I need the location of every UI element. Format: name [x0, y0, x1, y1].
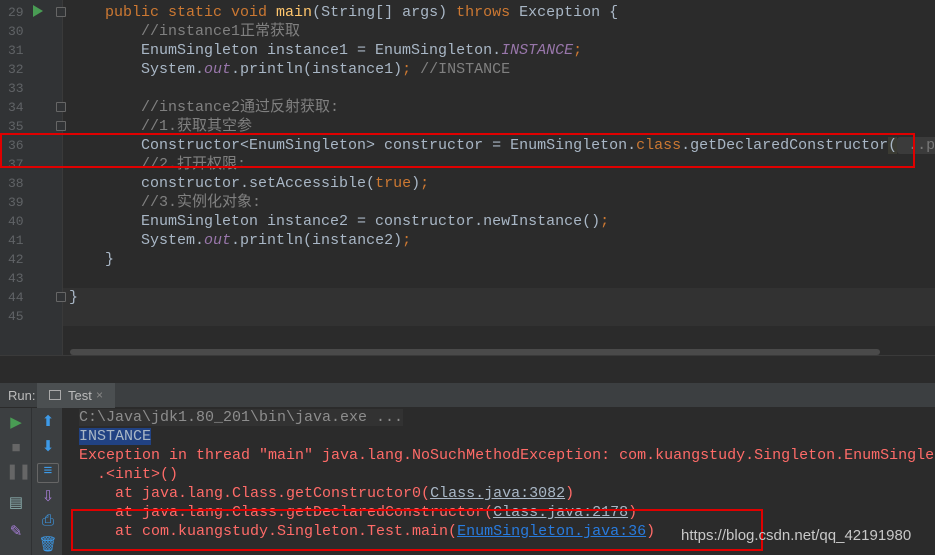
source-link[interactable]: Class.java:3082	[430, 485, 565, 502]
line-number: 29	[8, 5, 24, 20]
print-icon[interactable]: ⎙	[38, 514, 58, 530]
code-line: }	[69, 250, 114, 269]
close-icon[interactable]: ×	[96, 388, 103, 402]
line-number: 45	[8, 309, 24, 324]
line-number: 30	[8, 24, 24, 39]
token: EnumSingleton instance2 = constructor.ne…	[69, 213, 601, 230]
stop-icon[interactable]: ■	[6, 441, 26, 457]
output-line: Exception in thread "main" java.lang.NoS…	[79, 446, 935, 465]
current-line-highlight	[63, 288, 935, 326]
line-number: 33	[8, 81, 24, 96]
divider	[31, 408, 32, 555]
line-number: 44	[8, 290, 24, 305]
console-icon	[49, 390, 61, 400]
code-editor[interactable]: 29 30 31 32 33 34 35 36 37 38 39 40 41 42 43 44 45 publi…	[0, 0, 935, 355]
code-line: //instance2通过反射获取:	[69, 98, 339, 117]
output-line: at java.lang.Class.getConstructor0(Class…	[79, 484, 574, 503]
line-number: 32	[8, 62, 24, 77]
token: INSTANCE	[501, 42, 574, 59]
run-toolbar: Run: Test ×	[0, 383, 935, 408]
line-number: 31	[8, 43, 24, 58]
token: C:\Java\jdk1.80_201\bin\java.exe ...	[79, 409, 404, 426]
soft-wrap-icon[interactable]: ≡	[37, 463, 59, 483]
token: System.	[69, 232, 205, 249]
rerun-icon[interactable]: ▶	[6, 416, 26, 432]
code-line: EnumSingleton instance1 = EnumSingleton.…	[69, 41, 582, 60]
code-line: System.out.println(instance1); //INSTANC…	[69, 60, 510, 79]
tab-label: Test	[68, 388, 92, 403]
line-number: 39	[8, 195, 24, 210]
token: ;	[573, 42, 583, 59]
code-line: public static void main(String[] args) t…	[69, 3, 618, 22]
trash-icon[interactable]: 🗑	[38, 538, 58, 554]
line-number: 43	[8, 271, 24, 286]
run-label: Run:	[8, 388, 36, 403]
token: constructor.setAccessible(	[69, 175, 376, 192]
token: ;	[600, 213, 610, 230]
line-number: 40	[8, 214, 24, 229]
token: public static void	[105, 4, 277, 21]
panel-separator	[0, 355, 935, 383]
token: at java.lang.Class.getConstructor0(	[79, 485, 431, 502]
token: true	[375, 175, 412, 192]
tab-test[interactable]: Test ×	[37, 383, 115, 408]
token: //instance1正常获取	[141, 23, 301, 40]
watermark: https://blog.csdn.net/qq_42191980	[681, 527, 912, 544]
output-line: INSTANCE	[79, 427, 152, 446]
token: ;	[420, 175, 430, 192]
output-line: C:\Java\jdk1.80_201\bin\java.exe ...	[79, 408, 404, 427]
token: ;	[402, 232, 412, 249]
token: Exception {	[519, 4, 619, 21]
token: }	[69, 289, 79, 306]
code-line: }	[69, 288, 78, 307]
line-number: 38	[8, 176, 24, 191]
highlight-box	[71, 509, 763, 551]
token: //INSTANCE	[420, 61, 511, 78]
pause-icon[interactable]: ❚❚	[6, 465, 31, 481]
token: out	[204, 232, 232, 249]
highlight-box	[0, 133, 915, 168]
token: //instance2通过反射获取:	[141, 99, 340, 116]
token: Exception in thread "main" java.lang.NoS…	[79, 447, 935, 464]
arrow-down-icon[interactable]: ⬇	[38, 440, 58, 456]
token: ;	[402, 61, 421, 78]
fold-icon[interactable]	[56, 292, 66, 302]
line-number: 34	[8, 100, 24, 115]
token: System.	[69, 61, 205, 78]
code-line: System.out.println(instance2);	[69, 231, 411, 250]
layout-icon[interactable]: ▤	[6, 496, 26, 512]
token: }	[69, 251, 115, 268]
token: //3.实例化对象:	[141, 194, 262, 211]
code-line: EnumSingleton instance2 = constructor.ne…	[69, 212, 609, 231]
token: EnumSingleton instance1 = EnumSingleton.	[69, 42, 502, 59]
code-line: //instance1正常获取	[69, 22, 300, 41]
token: )	[565, 485, 575, 502]
token: INSTANCE	[79, 428, 152, 445]
line-number: 42	[8, 252, 24, 267]
token: .println(instance1)	[231, 61, 403, 78]
token: (String[] args)	[312, 4, 457, 21]
line-number: 41	[8, 233, 24, 248]
run-gutter-icon[interactable]	[33, 5, 43, 17]
token: )	[411, 175, 421, 192]
token: main	[276, 4, 313, 21]
output-line: .<init>()	[79, 465, 178, 484]
fold-icon[interactable]	[56, 7, 66, 17]
token: .<init>()	[79, 466, 179, 483]
fold-icon[interactable]	[56, 102, 66, 112]
fold-icon[interactable]	[56, 121, 66, 131]
code-line: constructor.setAccessible(true);	[69, 174, 429, 193]
token: out	[204, 61, 232, 78]
pin-icon[interactable]: ✎	[6, 525, 26, 541]
arrow-up-icon[interactable]: ⬆	[38, 415, 58, 431]
scroll-to-end-icon[interactable]: ⇩	[38, 490, 58, 506]
token: .println(instance2)	[231, 232, 403, 249]
token: throws	[456, 4, 520, 21]
code-line: //3.实例化对象:	[69, 193, 261, 212]
